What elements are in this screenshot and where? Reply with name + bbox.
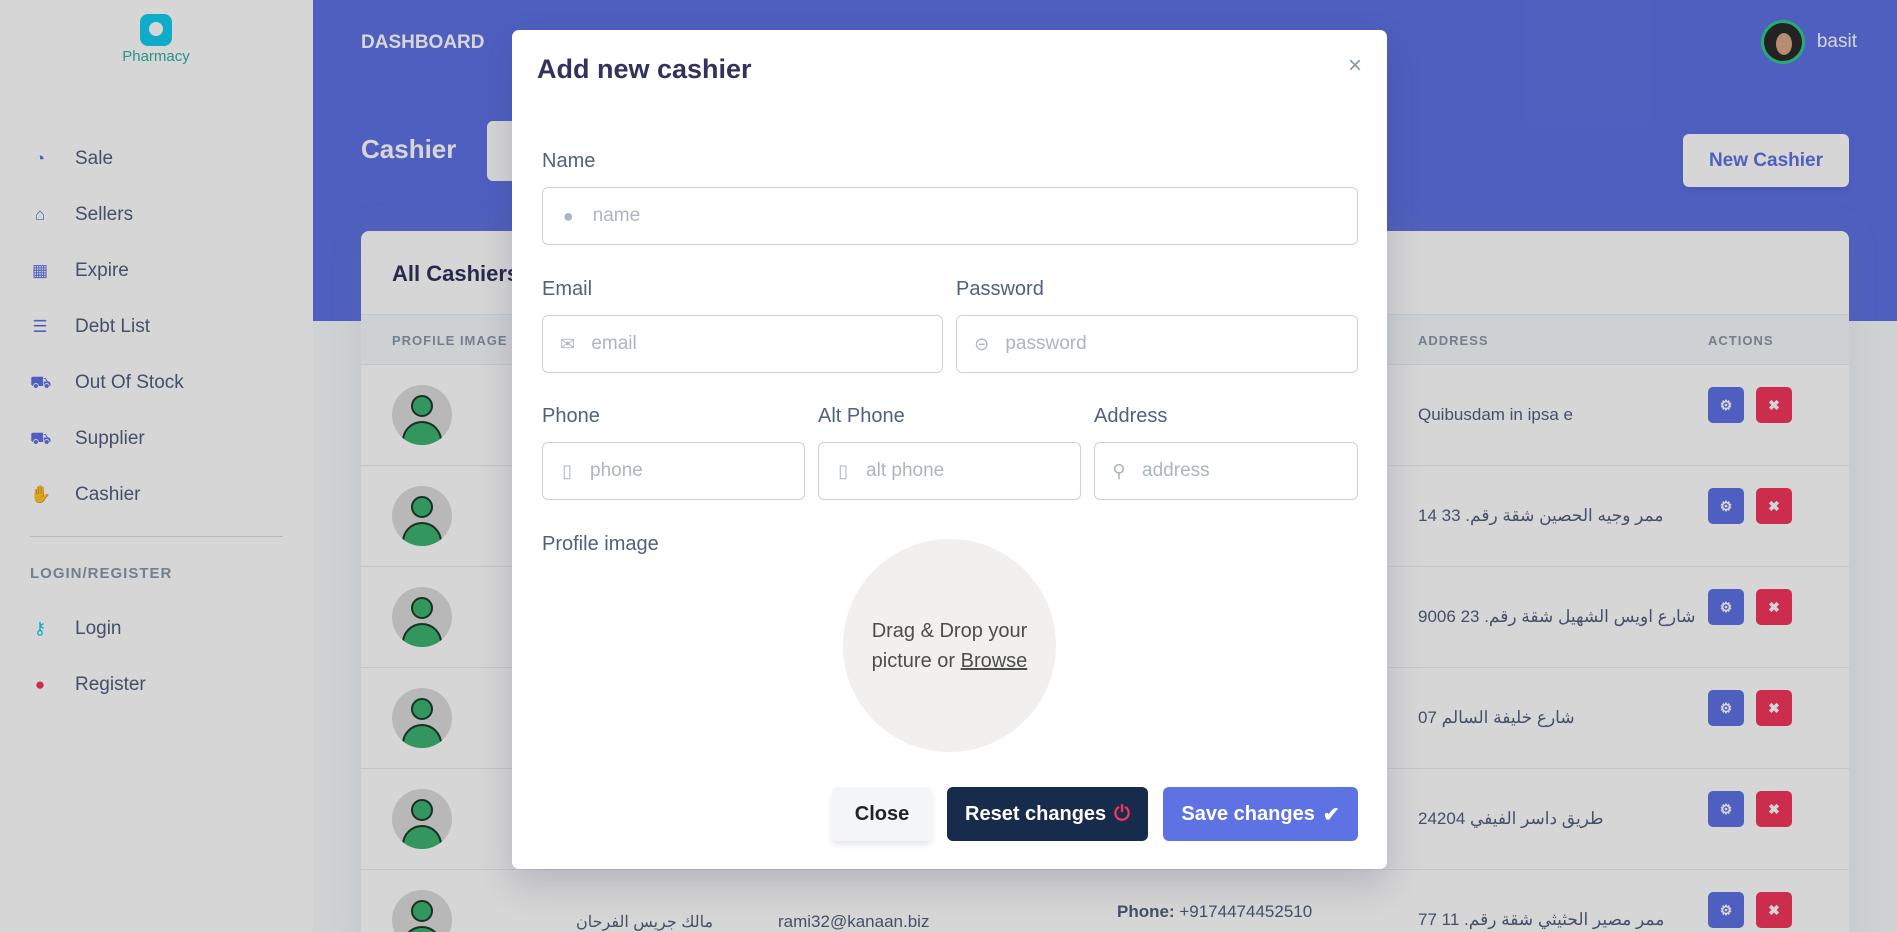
address-field[interactable]: ⚲	[1094, 442, 1358, 500]
check-icon: ✔	[1322, 803, 1340, 826]
close-button-label: Close	[854, 802, 910, 825]
drop-text-line2: picture or Browse	[872, 646, 1028, 676]
mobile-icon: ▯	[562, 460, 572, 481]
phone-field[interactable]: ▯	[542, 442, 805, 500]
drop-text: picture or	[871, 649, 956, 672]
reset-changes-button[interactable]: Reset changes ⏻	[947, 787, 1148, 841]
password-input[interactable]	[1005, 333, 1357, 355]
email-field[interactable]: ✉	[542, 315, 943, 373]
close-button[interactable]: Close	[832, 787, 932, 841]
alt-phone-field[interactable]: ▯	[818, 442, 1081, 500]
add-cashier-modal: Add new cashier × Name ● Email ✉ Passwor…	[512, 30, 1387, 869]
email-input[interactable]	[591, 333, 942, 355]
envelope-icon: ✉	[560, 333, 576, 354]
reset-button-label: Reset changes	[965, 802, 1107, 825]
password-label: Password	[956, 278, 1044, 300]
address-input[interactable]	[1142, 460, 1357, 482]
phone-label: Phone	[542, 405, 600, 427]
save-button-label: Save changes	[1181, 802, 1315, 825]
alt-phone-input[interactable]	[866, 460, 1080, 482]
email-label: Email	[542, 278, 593, 300]
browse-link[interactable]: Browse	[961, 650, 1028, 672]
phone-input[interactable]	[590, 460, 804, 482]
password-field[interactable]: ⊝	[956, 315, 1358, 373]
power-icon: ⏻	[1114, 802, 1130, 825]
address-label: Address	[1094, 405, 1168, 427]
modal-title: Add new cashier	[537, 54, 752, 84]
drop-text-line1: Drag & Drop your	[871, 619, 1028, 642]
name-field[interactable]: ●	[542, 187, 1358, 245]
save-changes-button[interactable]: Save changes ✔	[1163, 787, 1358, 841]
name-input[interactable]	[592, 205, 1357, 227]
close-icon[interactable]: ×	[1348, 54, 1362, 78]
user-icon: ●	[562, 205, 574, 226]
name-label: Name	[542, 150, 596, 172]
mobile-icon: ▯	[838, 460, 848, 481]
map-pin-icon: ⚲	[1112, 460, 1126, 481]
lock-icon: ⊝	[974, 333, 990, 354]
profile-image-label: Profile image	[542, 533, 659, 555]
alt-phone-label: Alt Phone	[818, 405, 905, 427]
profile-image-dropzone[interactable]: Drag & Drop your picture or Browse	[843, 539, 1056, 752]
